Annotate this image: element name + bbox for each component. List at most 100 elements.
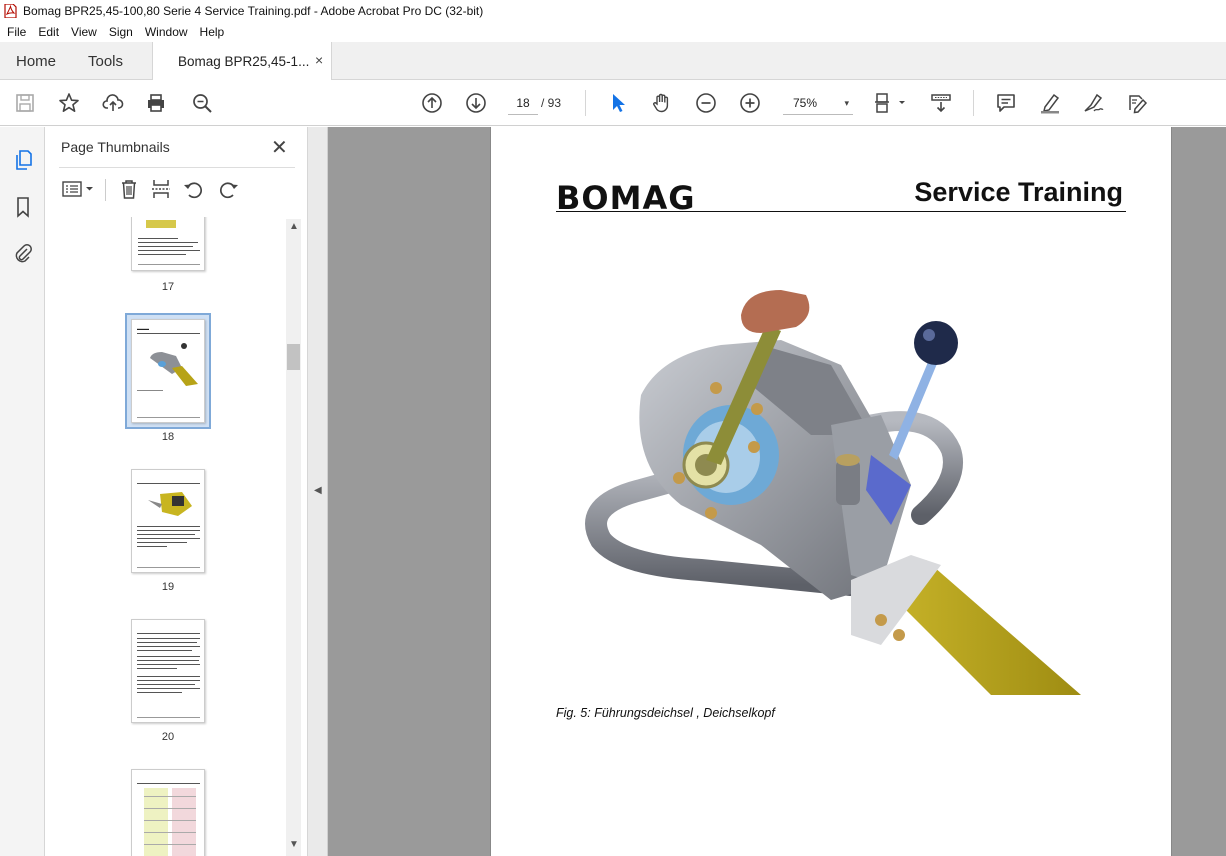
zoom-select[interactable]: 75% ▾ (783, 91, 853, 115)
thumb-text-line (137, 646, 200, 647)
navigation-rail (0, 127, 45, 856)
thumbnail-options-button[interactable] (61, 177, 97, 201)
menu-help[interactable]: Help (200, 25, 225, 39)
fill-sign-button[interactable] (1080, 90, 1106, 116)
bookmark-star-button[interactable] (56, 90, 82, 116)
extract-page-button[interactable] (149, 177, 173, 201)
bookmark-icon (17, 197, 29, 218)
thumb-text-line (137, 530, 200, 531)
sign-icon (1084, 93, 1104, 112)
page-fit-button[interactable] (871, 90, 911, 116)
rotate-right-button[interactable] (217, 177, 241, 201)
thumbnail-scrollbar[interactable] (286, 219, 301, 856)
menu-bar: File Edit View Sign Window Help (0, 22, 1226, 42)
save-icon (16, 94, 34, 112)
thumb-header-line (137, 483, 200, 484)
tab-close-button[interactable]: × (315, 52, 323, 68)
edit-pdf-button[interactable] (1124, 90, 1150, 116)
thumb-text-line (137, 538, 200, 539)
chevron-down-icon: ▾ (844, 98, 849, 108)
menu-view[interactable]: View (71, 25, 97, 39)
collapse-left-icon[interactable]: ◀ (314, 485, 322, 496)
attachments-button[interactable] (10, 240, 36, 266)
next-page-button[interactable] (463, 90, 489, 116)
zoom-out-button[interactable] (693, 90, 719, 116)
page-thumbnails-button[interactable] (10, 147, 36, 173)
menu-edit[interactable]: Edit (38, 25, 59, 39)
thumb-text-line (137, 684, 195, 685)
thumb-text-line (138, 246, 193, 247)
scroll-mode-button[interactable] (928, 90, 954, 116)
paperclip-icon (15, 244, 32, 263)
thumbnail-toolbar (59, 175, 295, 203)
thumb-table-line (144, 796, 196, 797)
thumb-text-line (137, 650, 192, 651)
page-fit-icon (875, 93, 905, 113)
options-menu-icon (62, 181, 93, 197)
previous-page-button[interactable] (419, 90, 445, 116)
scroll-down-icon[interactable]: ▼ (289, 839, 299, 850)
thumb-footer-line (137, 717, 200, 718)
thumbnail-list[interactable]: 17 ▬▬▬ 18 19 20 (59, 217, 285, 856)
rotate-left-button[interactable] (181, 177, 205, 201)
thumb-table-line (144, 832, 196, 833)
delete-page-button[interactable] (117, 177, 141, 201)
page-thumbnail-19[interactable] (131, 469, 205, 573)
zoom-in-button[interactable] (737, 90, 763, 116)
scroll-up-icon[interactable]: ▲ (289, 221, 299, 232)
zoom-search-icon (193, 94, 212, 113)
thumb-text-line (137, 668, 177, 669)
page-number-input[interactable]: 18 (508, 91, 538, 115)
page-thumbnail-20[interactable] (131, 619, 205, 723)
select-tool-button[interactable] (605, 90, 631, 116)
menu-sign[interactable]: Sign (109, 25, 133, 39)
thumb-table-column (144, 788, 168, 856)
thumbnail-page-number: 20 (161, 731, 175, 743)
page-count: / 93 (541, 96, 562, 110)
comment-button[interactable] (993, 90, 1019, 116)
page-thumbnail-21[interactable] (131, 769, 205, 856)
thumb-text-line (137, 642, 197, 643)
tab-home[interactable]: Home (16, 53, 56, 70)
page-thumbnail-17[interactable] (131, 217, 205, 271)
select-cursor-icon (613, 94, 625, 112)
save-button[interactable] (12, 90, 38, 116)
page-header-title: Service Training (914, 177, 1123, 207)
toolbar-divider (585, 90, 586, 116)
tow-bar-head-illustration (585, 290, 1081, 695)
page-up-icon (422, 93, 442, 113)
thumb-table-line (144, 820, 196, 821)
thumb-text-line (138, 238, 178, 239)
header-rule (556, 211, 1126, 212)
page-thumbnail-18[interactable]: ▬▬▬ (131, 319, 205, 423)
hand-icon (653, 93, 669, 113)
panel-title: Page Thumbnails (61, 139, 170, 155)
panel-collapse-strip[interactable]: ◀ (308, 127, 328, 856)
find-button[interactable] (189, 90, 215, 116)
bookmarks-button[interactable] (10, 194, 36, 220)
panel-close-button[interactable]: ✕ (271, 135, 288, 160)
thumb-text-line (137, 680, 200, 681)
thumb-text-line (138, 254, 186, 255)
window-title: Bomag BPR25,45-100,80 Serie 4 Service Tr… (23, 4, 484, 18)
menu-file[interactable]: File (7, 25, 26, 39)
title-bar: Bomag BPR25,45-100,80 Serie 4 Service Tr… (0, 0, 1226, 22)
tab-tools[interactable]: Tools (88, 53, 123, 70)
upload-button[interactable] (100, 90, 126, 116)
page-down-icon (466, 93, 486, 113)
tab-bar: Home Tools Bomag BPR25,45-1... × (0, 42, 1226, 81)
print-button[interactable] (143, 90, 169, 116)
tab-document[interactable]: Bomag BPR25,45-1... × (152, 42, 332, 81)
thumbnail-scrollbar-thumb[interactable] (287, 344, 300, 370)
extract-page-icon (152, 180, 170, 198)
toolbar-divider (973, 90, 974, 116)
thumb-text-line (137, 660, 199, 661)
thumb-header: ▬▬▬ (137, 326, 149, 331)
hand-tool-button[interactable] (649, 90, 675, 116)
thumb-text-line (137, 542, 187, 543)
scroll-mode-icon (931, 94, 951, 113)
highlight-button[interactable] (1037, 90, 1063, 116)
menu-window[interactable]: Window (145, 25, 188, 39)
thumb-footer-line (138, 264, 200, 265)
trash-icon (122, 180, 136, 199)
